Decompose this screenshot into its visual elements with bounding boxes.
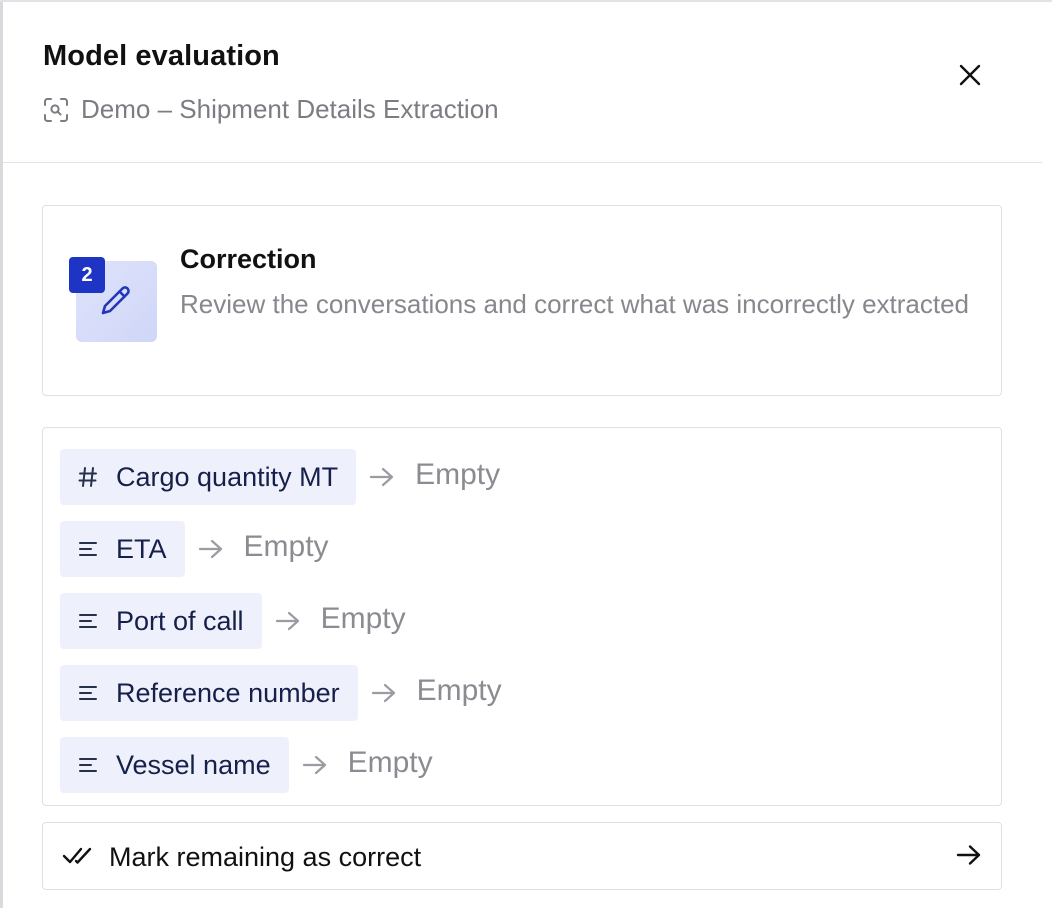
step-card: 2 Correction Review the conversations an… [42,205,1002,396]
step-description: Review the conversations and correct wha… [180,289,970,319]
text-lines-icon [77,540,99,558]
double-check-icon [62,845,94,872]
mark-remaining-correct-button[interactable]: Mark remaining as correct [42,822,1002,890]
field-row: ETA Empty [60,521,329,577]
mark-remaining-label: Mark remaining as correct [109,842,422,872]
field-row: Reference number Empty [60,665,502,721]
field-row: Vessel name Empty [60,737,433,793]
arrow-right-icon [371,682,397,704]
field-label: ETA [116,533,167,564]
arrow-right-icon [275,610,301,632]
arrow-right-icon [369,466,395,488]
page-title: Model evaluation [43,40,280,72]
arrow-right-icon [956,843,982,872]
field-label: Reference number [116,677,340,708]
scan-search-icon [43,97,69,123]
panel-header: Model evaluation Demo – Shipment Details… [3,2,1042,163]
close-icon [959,64,981,86]
text-lines-icon [77,756,99,774]
field-label: Vessel name [116,749,271,780]
field-row: Cargo quantity MT Empty [60,449,500,505]
field-chip-cargo-quantity[interactable]: Cargo quantity MT [60,449,357,505]
arrow-right-icon [302,754,328,776]
close-button[interactable] [953,58,987,92]
field-label: Port of call [116,605,244,636]
step-number-badge: 2 [69,257,105,293]
subtitle-text: Demo – Shipment Details Extraction [81,94,499,124]
field-value: Empty [415,458,501,491]
field-row: Port of call Empty [60,593,406,649]
subtitle: Demo – Shipment Details Extraction [43,94,499,125]
field-value: Empty [416,674,502,707]
field-value: Empty [320,602,406,635]
field-value: Empty [243,530,329,563]
evaluation-panel: Model evaluation Demo – Shipment Details… [3,2,1052,908]
arrow-right-icon [198,538,224,560]
field-chip-vessel-name[interactable]: Vessel name [60,737,289,793]
field-chip-port-of-call[interactable]: Port of call [60,593,262,649]
hash-icon [77,466,99,488]
text-lines-icon [77,684,99,702]
field-value: Empty [347,746,433,779]
fields-list: Cargo quantity MT Empty ETA Empty Port o… [42,427,1002,806]
step-title: Correction [180,244,317,274]
field-chip-reference-number[interactable]: Reference number [60,665,358,721]
text-lines-icon [77,612,99,630]
field-chip-eta[interactable]: ETA [60,521,185,577]
field-label: Cargo quantity MT [116,461,339,492]
